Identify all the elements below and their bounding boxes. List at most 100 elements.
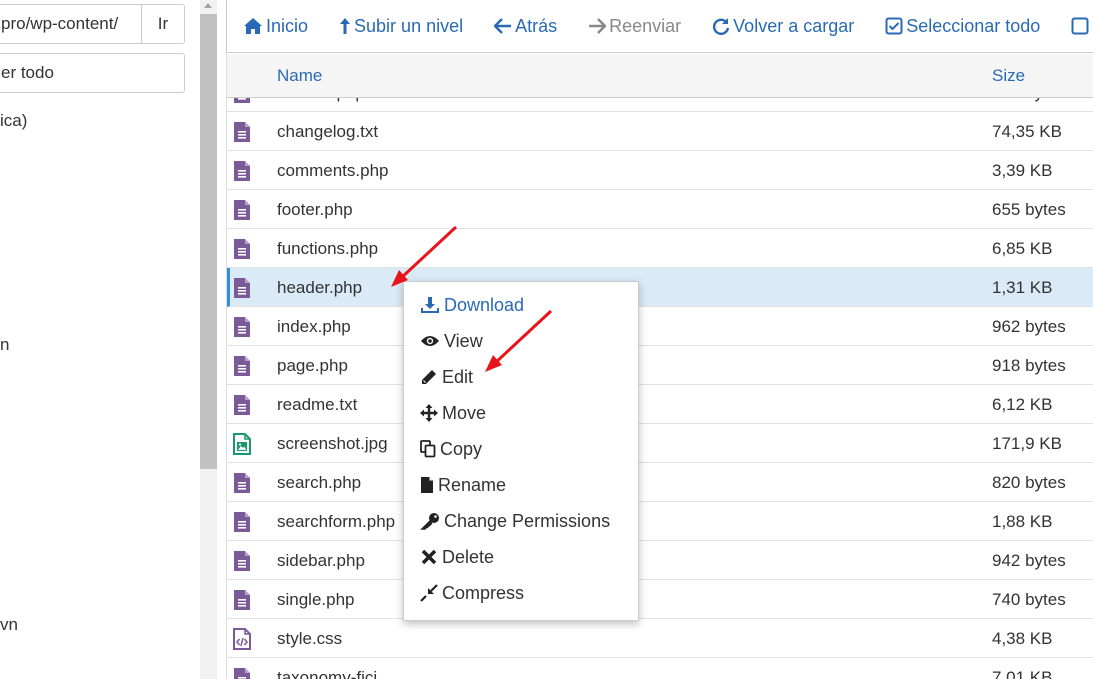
table-header: Name Size (227, 54, 1093, 98)
table-row[interactable]: readme.txt 6,12 KB (227, 385, 1093, 424)
forward-button[interactable]: Reenviar (588, 16, 681, 37)
file-name[interactable]: index.php (277, 317, 351, 337)
file-name[interactable]: readme.txt (277, 395, 357, 415)
path-input[interactable]: pro/wp-content/ (0, 4, 142, 44)
tree-item-fragment[interactable]: vn (0, 615, 18, 635)
tree-item-fragment[interactable]: n (0, 335, 9, 355)
file-size: 820 bytes (992, 473, 1066, 492)
file-size: 7,01 KB (992, 668, 1053, 679)
table-row[interactable]: functions.php 6,85 KB (227, 229, 1093, 268)
home-icon (244, 18, 262, 34)
file-text-icon (233, 394, 251, 416)
table-row[interactable]: single.php 740 bytes (227, 580, 1093, 619)
key-icon (420, 513, 439, 530)
table-row[interactable]: changelog.txt 74,35 KB (227, 112, 1093, 151)
file-name[interactable]: sidebar.php (277, 551, 365, 571)
select-all-label: Seleccionar todo (906, 15, 1041, 36)
up-one-level-label: Subir un nivel (354, 15, 464, 36)
select-all-button[interactable]: Seleccionar todo (885, 16, 1040, 37)
file-text-icon (233, 511, 251, 533)
table-row[interactable]: sidebar.php 942 bytes (227, 541, 1093, 580)
menu-item-copy[interactable]: Copy (420, 436, 482, 462)
file-size: 6,85 KB (992, 239, 1053, 258)
table-row[interactable]: search.php 820 bytes (227, 463, 1093, 502)
menu-item-view[interactable]: View (420, 328, 483, 354)
menu-item-label: Rename (438, 474, 507, 495)
check-square-icon (885, 17, 903, 35)
compress-icon (420, 584, 438, 602)
file-name[interactable]: comments.php (277, 161, 389, 181)
forward-label: Reenviar (609, 15, 682, 36)
file-name[interactable]: searchform.php (277, 512, 395, 532)
file-text-icon (233, 589, 251, 611)
menu-item-label: View (444, 330, 483, 351)
file-size: 3,39 KB (992, 161, 1053, 180)
file-size: 942 bytes (992, 551, 1066, 570)
file-list-table: Name Size archive.php778 byteschangelog.… (226, 54, 1093, 679)
table-row[interactable]: comments.php 3,39 KB (227, 151, 1093, 190)
menu-item-rename[interactable]: Rename (420, 472, 506, 498)
menu-item-label: Edit (442, 366, 474, 387)
home-button[interactable]: Inicio (243, 16, 308, 37)
reload-icon (713, 18, 730, 35)
times-icon (421, 549, 437, 565)
file-text-icon (233, 238, 251, 260)
table-row[interactable]: footer.php 655 bytes (227, 190, 1093, 229)
tree-scrollbar[interactable] (200, 0, 217, 679)
file-size: 1,88 KB (992, 512, 1053, 531)
file-name[interactable]: footer.php (277, 200, 353, 220)
menu-item-edit[interactable]: Edit (420, 364, 473, 390)
file-name[interactable]: taxonomy-fici... (277, 668, 391, 679)
file-name[interactable]: functions.php (277, 239, 378, 259)
menu-item-compress[interactable]: Compress (420, 580, 524, 606)
file-text-icon (233, 667, 251, 679)
table-row[interactable]: screenshot.jpg 171,9 KB (227, 424, 1093, 463)
menu-item-download[interactable]: Download (420, 292, 524, 318)
file-name[interactable]: search.php (277, 473, 361, 493)
file-icon (421, 477, 433, 493)
tree-item-fragment[interactable]: ica) (0, 111, 27, 131)
arrow-right-icon (589, 18, 607, 34)
file-text-icon (233, 472, 251, 494)
file-size: 1,31 KB (992, 278, 1053, 297)
menu-item-label: Delete (442, 546, 495, 567)
file-image-icon (233, 433, 251, 455)
table-row[interactable]: style.css 4,38 KB (227, 619, 1093, 658)
menu-item-change-permissions[interactable]: Change Permissions (420, 508, 610, 534)
file-text-icon (233, 277, 251, 299)
directory-tree-panel: pro/wp-content/ Ir er todo ica) n vn (0, 0, 200, 679)
file-size: 740 bytes (992, 590, 1066, 609)
table-row[interactable]: header.php 1,31 KB (227, 268, 1093, 307)
file-name[interactable]: screenshot.jpg (277, 434, 388, 454)
column-header-name[interactable]: Name (277, 66, 322, 86)
table-row[interactable]: searchform.php 1,88 KB (227, 502, 1093, 541)
go-button[interactable]: Ir (141, 4, 185, 44)
menu-item-move[interactable]: Move (420, 400, 486, 426)
table-row[interactable]: index.php 962 bytes (227, 307, 1093, 346)
file-name[interactable]: page.php (277, 356, 348, 376)
file-name[interactable]: changelog.txt (277, 122, 378, 142)
menu-item-label: Download (444, 294, 525, 315)
back-button[interactable]: Atrás (494, 16, 557, 37)
file-name[interactable]: single.php (277, 590, 355, 610)
scrollbar-thumb[interactable] (200, 14, 217, 469)
table-row[interactable]: page.php 918 bytes (227, 346, 1093, 385)
square-icon (1071, 17, 1089, 35)
file-name[interactable]: header.php (277, 278, 362, 298)
arrow-left-icon (494, 18, 512, 34)
reload-button[interactable]: Volver a cargar (712, 16, 854, 37)
file-text-icon (233, 199, 251, 221)
deselect-all-button[interactable] (1071, 17, 1092, 35)
file-size: 655 bytes (992, 200, 1066, 219)
table-row[interactable]: taxonomy-fici... 7,01 KB (227, 658, 1093, 679)
scroll-up-arrow-icon[interactable] (204, 3, 212, 8)
up-one-level-button[interactable]: Subir un nivel (339, 16, 463, 37)
menu-item-delete[interactable]: Delete (420, 544, 494, 570)
reload-label: Volver a cargar (733, 15, 855, 36)
expand-all-button[interactable]: er todo (0, 53, 185, 93)
menu-item-label: Compress (442, 582, 525, 603)
level-up-icon (340, 18, 351, 34)
move-icon (420, 404, 438, 422)
file-name[interactable]: style.css (277, 629, 342, 649)
column-header-size[interactable]: Size (992, 66, 1025, 86)
